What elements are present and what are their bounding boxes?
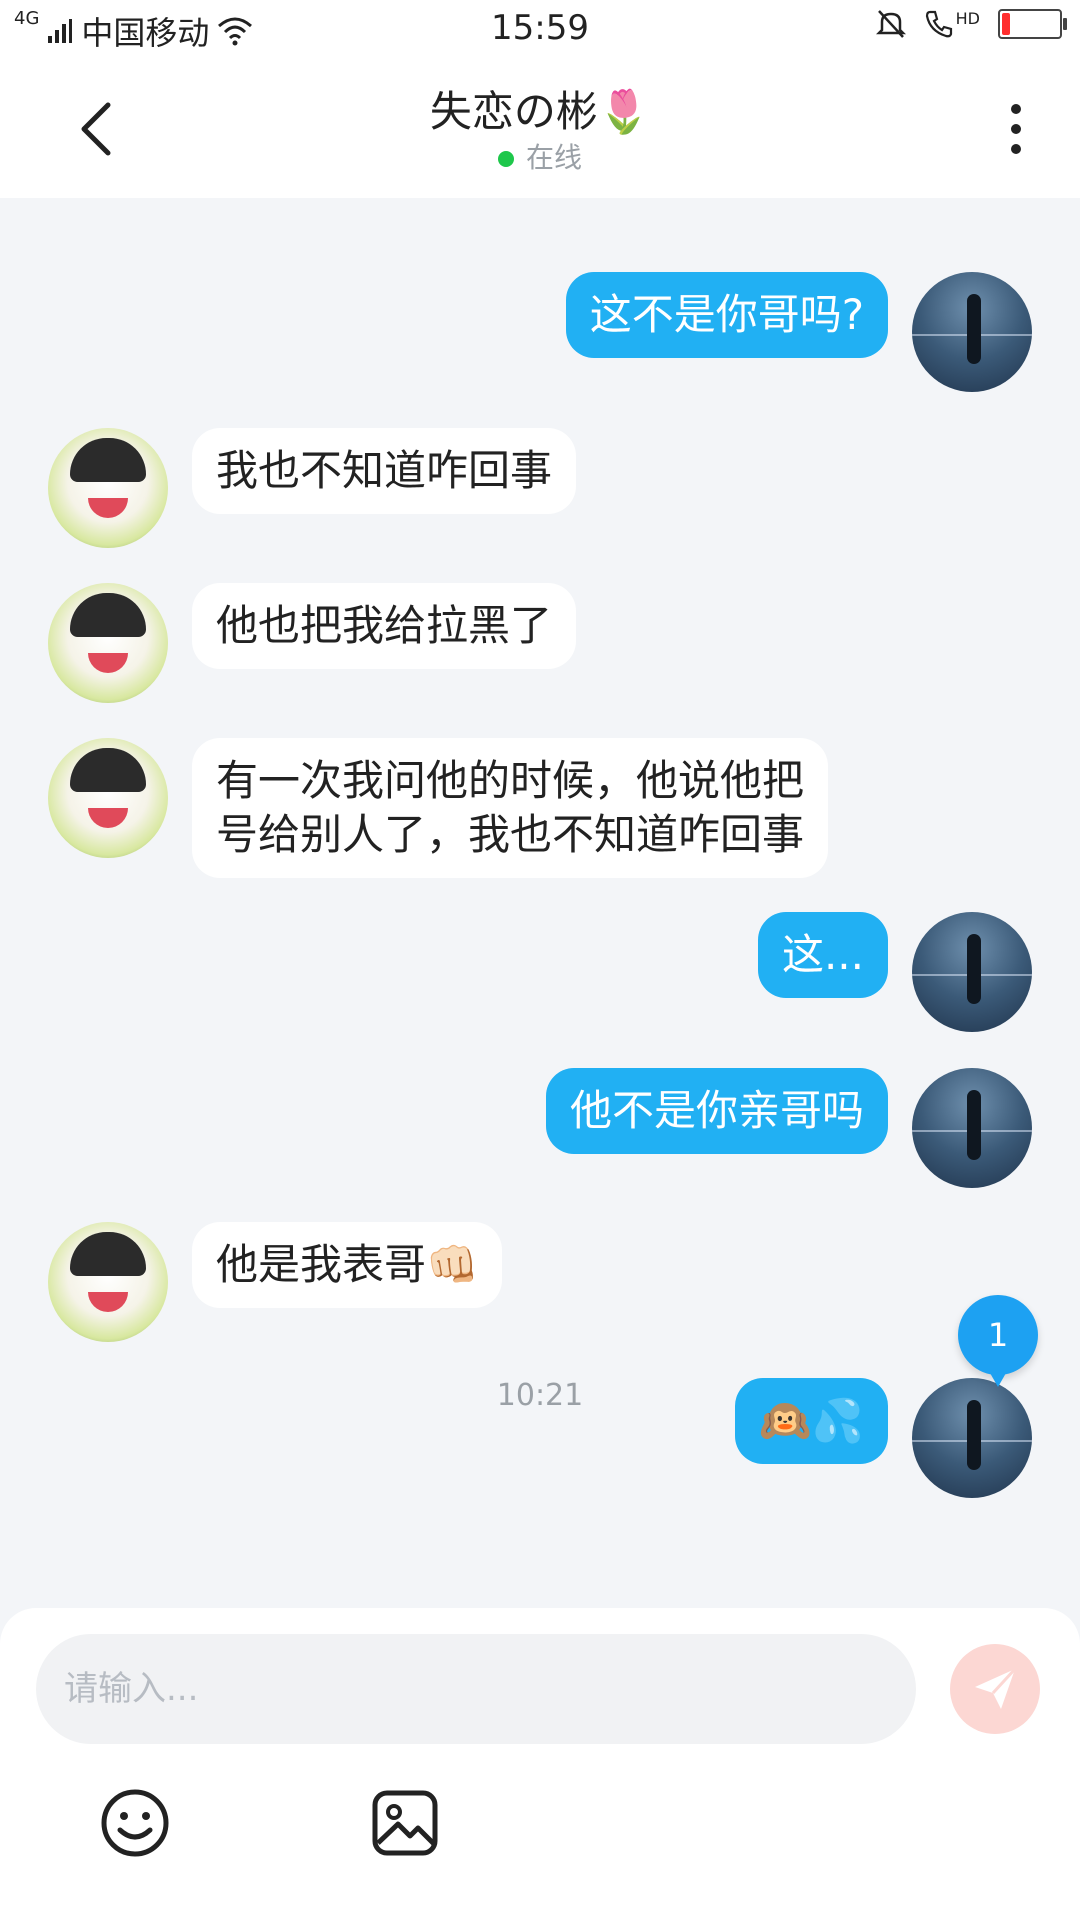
bell-muted-icon (875, 10, 906, 38)
battery-icon (998, 9, 1067, 39)
my-avatar[interactable] (912, 912, 1032, 1032)
composer (0, 1608, 1080, 1920)
send-button[interactable] (950, 1644, 1040, 1734)
dot-icon (1011, 144, 1021, 154)
image-button[interactable] (370, 1788, 440, 1858)
hd-label: HD (955, 9, 980, 28)
status-bar: 4G 中国移动 15:59 HD (0, 0, 1080, 58)
emoji-button[interactable] (100, 1788, 170, 1858)
message-bubble-received[interactable]: 有一次我问他的时候，他说他把 号给别人了，我也不知道咋回事 (192, 738, 829, 878)
image-icon (372, 1790, 438, 1856)
online-status-label: 在线 (525, 141, 582, 174)
message-bubble-received[interactable]: 他是我表哥👊🏻 (192, 1222, 503, 1308)
contact-avatar[interactable] (48, 583, 168, 703)
chat-header: 失恋の彬🌷 在线 (0, 58, 1080, 198)
my-avatar[interactable] (912, 1068, 1032, 1188)
contact-avatar[interactable] (48, 1222, 168, 1342)
message-bubble-received[interactable]: 他也把我给拉黑了 (192, 583, 577, 669)
paper-plane-icon (975, 1667, 1017, 1709)
dot-icon (1011, 124, 1021, 134)
dot-icon (1011, 104, 1021, 114)
smiley-icon (101, 1789, 169, 1857)
message-bubble-received[interactable]: 我也不知道咋回事 (192, 428, 577, 514)
more-options-button[interactable] (996, 94, 1036, 164)
online-dot-icon (497, 151, 514, 167)
hd-call-indicator: HD (924, 9, 980, 39)
contact-avatar[interactable] (48, 738, 168, 858)
message-bubble-sent[interactable]: 这不是你哥吗? (565, 272, 888, 358)
message-bubble-sent[interactable]: 他不是你亲哥吗 (545, 1068, 888, 1154)
online-status: 在线 (0, 136, 1080, 176)
contact-avatar[interactable] (48, 428, 168, 548)
message-input[interactable] (36, 1634, 916, 1744)
status-right: HD (875, 8, 1067, 40)
my-avatar[interactable] (912, 272, 1032, 392)
battery-level (1002, 13, 1010, 35)
message-bubble-sent[interactable]: 这... (757, 912, 888, 998)
message-timestamp: 10:21 (496, 1378, 584, 1413)
contact-name: 失恋の彬🌷 (429, 87, 651, 136)
unread-count-badge[interactable]: 1 (958, 1295, 1038, 1387)
phone-icon (925, 10, 952, 38)
